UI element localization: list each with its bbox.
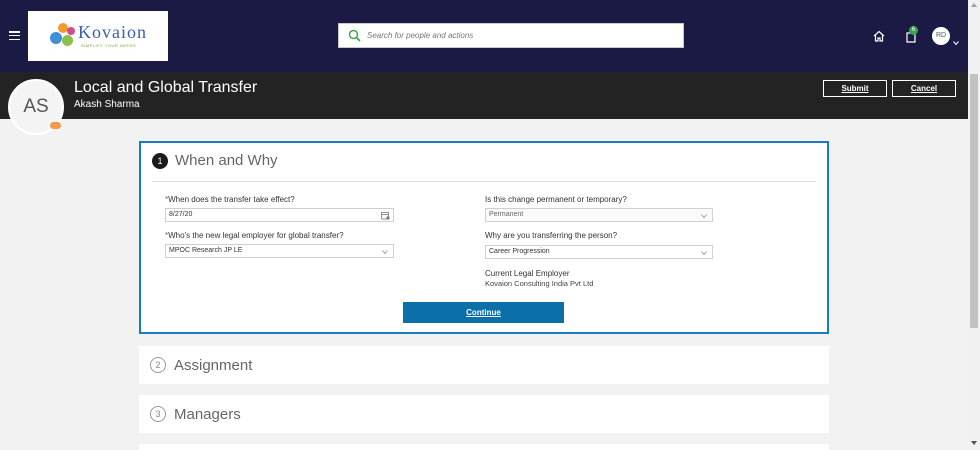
user-avatar[interactable]: RD	[932, 27, 950, 45]
scroll-up-arrow[interactable]	[971, 3, 977, 7]
step-title-assignment[interactable]: Assignment	[174, 357, 252, 374]
home-icon[interactable]	[872, 29, 886, 43]
step-title-when-and-why[interactable]: When and Why	[175, 152, 278, 169]
step-card-next[interactable]	[139, 444, 829, 450]
change-type-label: Is this change permanent or temporary?	[485, 195, 627, 204]
logo-mark: Kovaion SIMPLIFY YOUR NEEDS	[48, 20, 148, 52]
scroll-down-arrow[interactable]	[971, 441, 977, 445]
current-employer-value: Kovaion Consulting India Pvt Ltd	[485, 279, 594, 288]
step-title-managers[interactable]: Managers	[174, 406, 241, 423]
effective-date-label: *When does the transfer take effect?	[165, 195, 295, 204]
step-card-managers[interactable]	[139, 395, 829, 433]
legal-employer-label: *Who's the new legal employer for global…	[165, 231, 344, 240]
step-number-3: 3	[150, 406, 166, 422]
step-number-2: 2	[150, 357, 166, 373]
search-icon	[344, 26, 364, 46]
change-type-select[interactable]: Permanent	[485, 208, 713, 222]
effective-date-value: 8/27/20	[169, 211, 193, 218]
global-search[interactable]	[338, 23, 684, 48]
menu-icon[interactable]	[9, 31, 20, 40]
notification-badge: 6	[909, 26, 918, 35]
page-title: Local and Global Transfer	[74, 79, 258, 96]
reason-value: Career Progression	[489, 248, 550, 255]
search-input[interactable]	[364, 31, 664, 40]
logo-word: Kovaion	[78, 22, 147, 42]
logo-tagline: SIMPLIFY YOUR NEEDS	[81, 43, 137, 48]
chevron-down-icon	[701, 249, 707, 256]
effective-date-field[interactable]: 8/27/20	[165, 208, 394, 222]
person-name: Akash Sharma	[74, 99, 140, 110]
chevron-down-icon	[701, 212, 707, 219]
reason-label: Why are you transferring the person?	[485, 231, 618, 240]
chevron-down-icon[interactable]	[953, 33, 959, 46]
reason-select[interactable]: Career Progression	[485, 245, 713, 259]
scroll-thumb[interactable]	[970, 74, 978, 328]
step-number-1: 1	[152, 153, 168, 169]
chevron-down-icon	[382, 248, 388, 255]
submit-button[interactable]: Submit	[823, 80, 887, 97]
effective-date-label-text: When does the transfer take effect?	[168, 195, 295, 204]
calendar-icon[interactable]	[381, 211, 390, 220]
continue-button[interactable]: Continue	[403, 302, 564, 323]
legal-employer-label-text: Who's the new legal employer for global …	[168, 231, 344, 240]
change-type-value: Permanent	[489, 211, 524, 218]
legal-employer-select[interactable]: MPOC Research JP LE	[165, 244, 394, 258]
status-indicator	[50, 122, 61, 129]
divider	[152, 181, 816, 182]
cancel-button[interactable]: Cancel	[892, 80, 956, 97]
company-logo[interactable]: Kovaion SIMPLIFY YOUR NEEDS	[28, 11, 168, 61]
legal-employer-value: MPOC Research JP LE	[169, 247, 243, 254]
current-employer-label: Current Legal Employer	[485, 269, 570, 278]
page-scrollbar[interactable]	[968, 0, 980, 450]
